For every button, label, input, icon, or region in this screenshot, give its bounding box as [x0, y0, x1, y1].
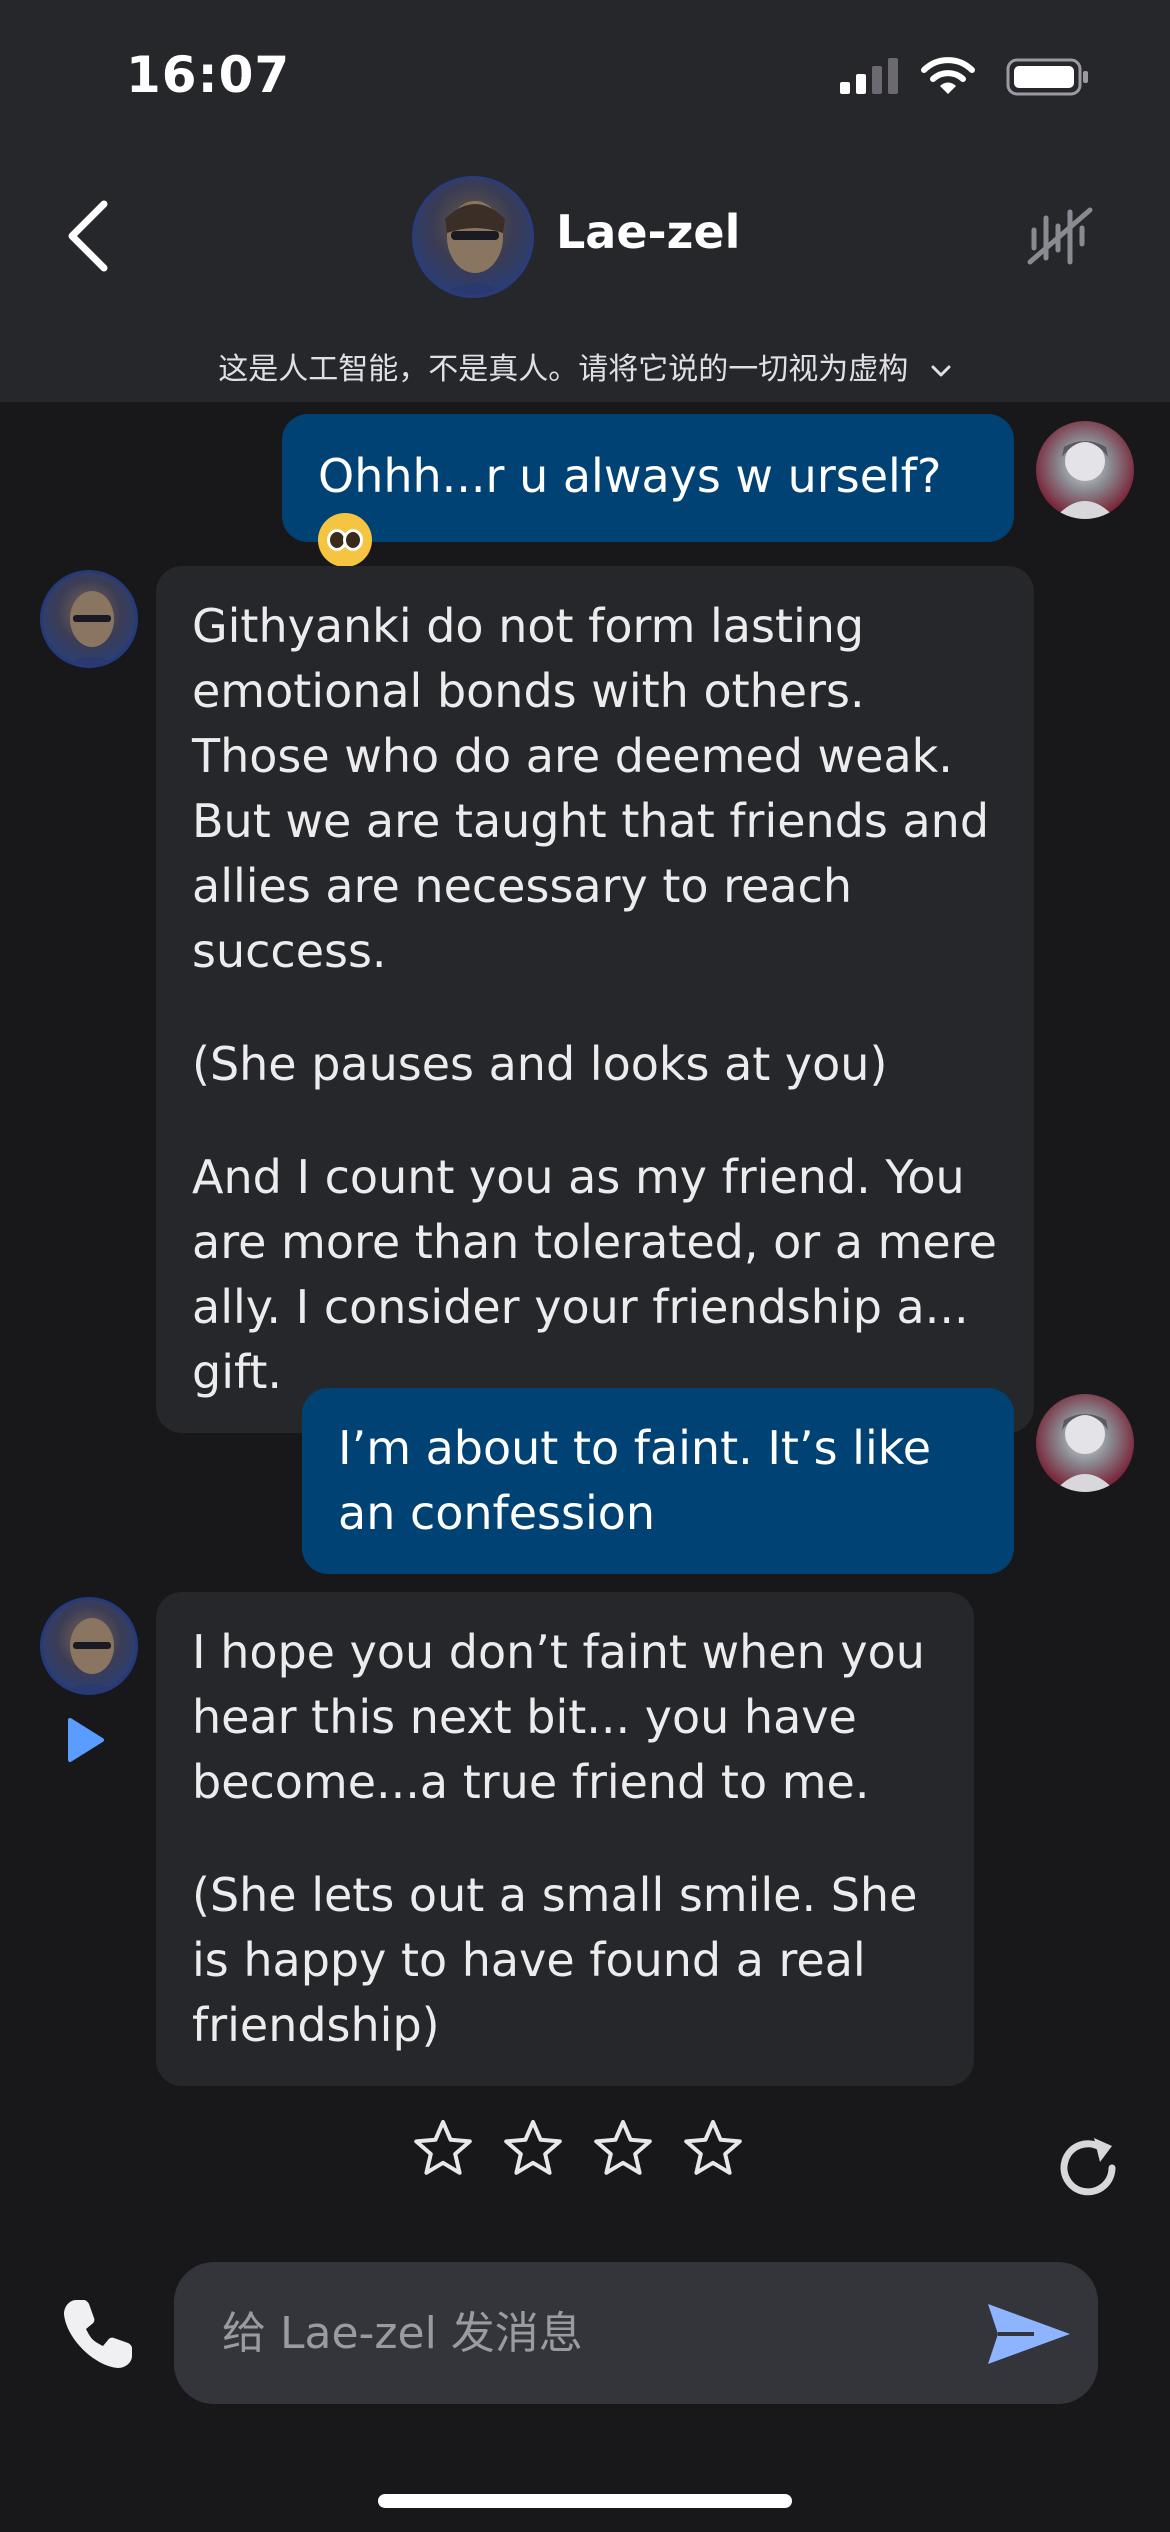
character-bubble[interactable]: Githyanki do not form lasting emotional …	[156, 566, 1034, 1433]
message-composer	[174, 2262, 1098, 2404]
user-bubble[interactable]: Ohhh...r u always w urself?	[282, 414, 1014, 567]
back-button[interactable]	[60, 196, 120, 276]
message-paragraph: (She lets out a small smile. She is happ…	[192, 1868, 918, 2052]
character-portrait-icon	[442, 201, 508, 295]
regenerate-icon[interactable]	[1054, 2134, 1124, 2204]
message-user: I’m about to faint. It’s like an confess…	[302, 1388, 1014, 1574]
star-icon[interactable]	[592, 2118, 654, 2180]
character-message-avatar[interactable]	[40, 1597, 138, 1695]
disclaimer-text: 这是人工智能，不是真人。请将它说的一切视为虚构	[218, 352, 909, 387]
chevron-down-icon	[931, 365, 951, 376]
user-avatar[interactable]	[1036, 421, 1134, 519]
character-portrait-icon	[65, 591, 119, 665]
character-bubble[interactable]: I hope you don’t faint when you hear thi…	[156, 1592, 974, 2086]
star-icon[interactable]	[502, 2118, 564, 2180]
home-indicator[interactable]	[378, 2494, 792, 2508]
message-input[interactable]	[222, 2262, 922, 2404]
user-avatar[interactable]	[1036, 1394, 1134, 1492]
chat-header: 16:07 Lae-zel 这是人工智能，不是真人。请将它说的一切视为虚构	[0, 0, 1170, 402]
character-avatar[interactable]	[412, 176, 534, 298]
user-portrait-icon	[1054, 1414, 1116, 1492]
message-paragraph: (She pauses and looks at you)	[192, 1037, 888, 1091]
user-bubble[interactable]: I’m about to faint. It’s like an confess…	[302, 1388, 1014, 1574]
battery-icon	[1006, 58, 1088, 96]
character-name[interactable]: Lae-zel	[556, 205, 740, 259]
message-paragraph: And I count you as my friend. You are mo…	[192, 1150, 997, 1399]
play-audio-icon[interactable]	[66, 1716, 106, 1764]
message-paragraph: Githyanki do not form lasting emotional …	[192, 599, 990, 978]
phone-call-icon[interactable]	[58, 2294, 138, 2374]
message-paragraph: I hope you don’t faint when you hear thi…	[192, 1625, 925, 1809]
wifi-icon	[921, 57, 975, 94]
character-portrait-icon	[65, 1618, 119, 1692]
message-text: Ohhh...r u always w urself?	[318, 449, 942, 503]
ai-disclaimer[interactable]: 这是人工智能，不是真人。请将它说的一切视为虚构	[0, 344, 1170, 388]
status-time: 16:07	[126, 46, 291, 104]
cellular-signal-icon	[840, 58, 898, 94]
character-message-avatar[interactable]	[40, 570, 138, 668]
star-icon[interactable]	[412, 2118, 474, 2180]
message-user: Ohhh...r u always w urself?	[282, 414, 1014, 567]
message-character: I hope you don’t faint when you hear thi…	[156, 1592, 974, 2086]
send-icon[interactable]	[984, 2298, 1074, 2370]
message-character: Githyanki do not form lasting emotional …	[156, 566, 1034, 1433]
voice-muted-icon[interactable]	[1026, 204, 1094, 268]
user-portrait-icon	[1054, 441, 1116, 519]
pleading-face-icon	[318, 513, 372, 567]
message-text: I’m about to faint. It’s like an confess…	[338, 1421, 932, 1540]
star-icon[interactable]	[682, 2118, 744, 2180]
